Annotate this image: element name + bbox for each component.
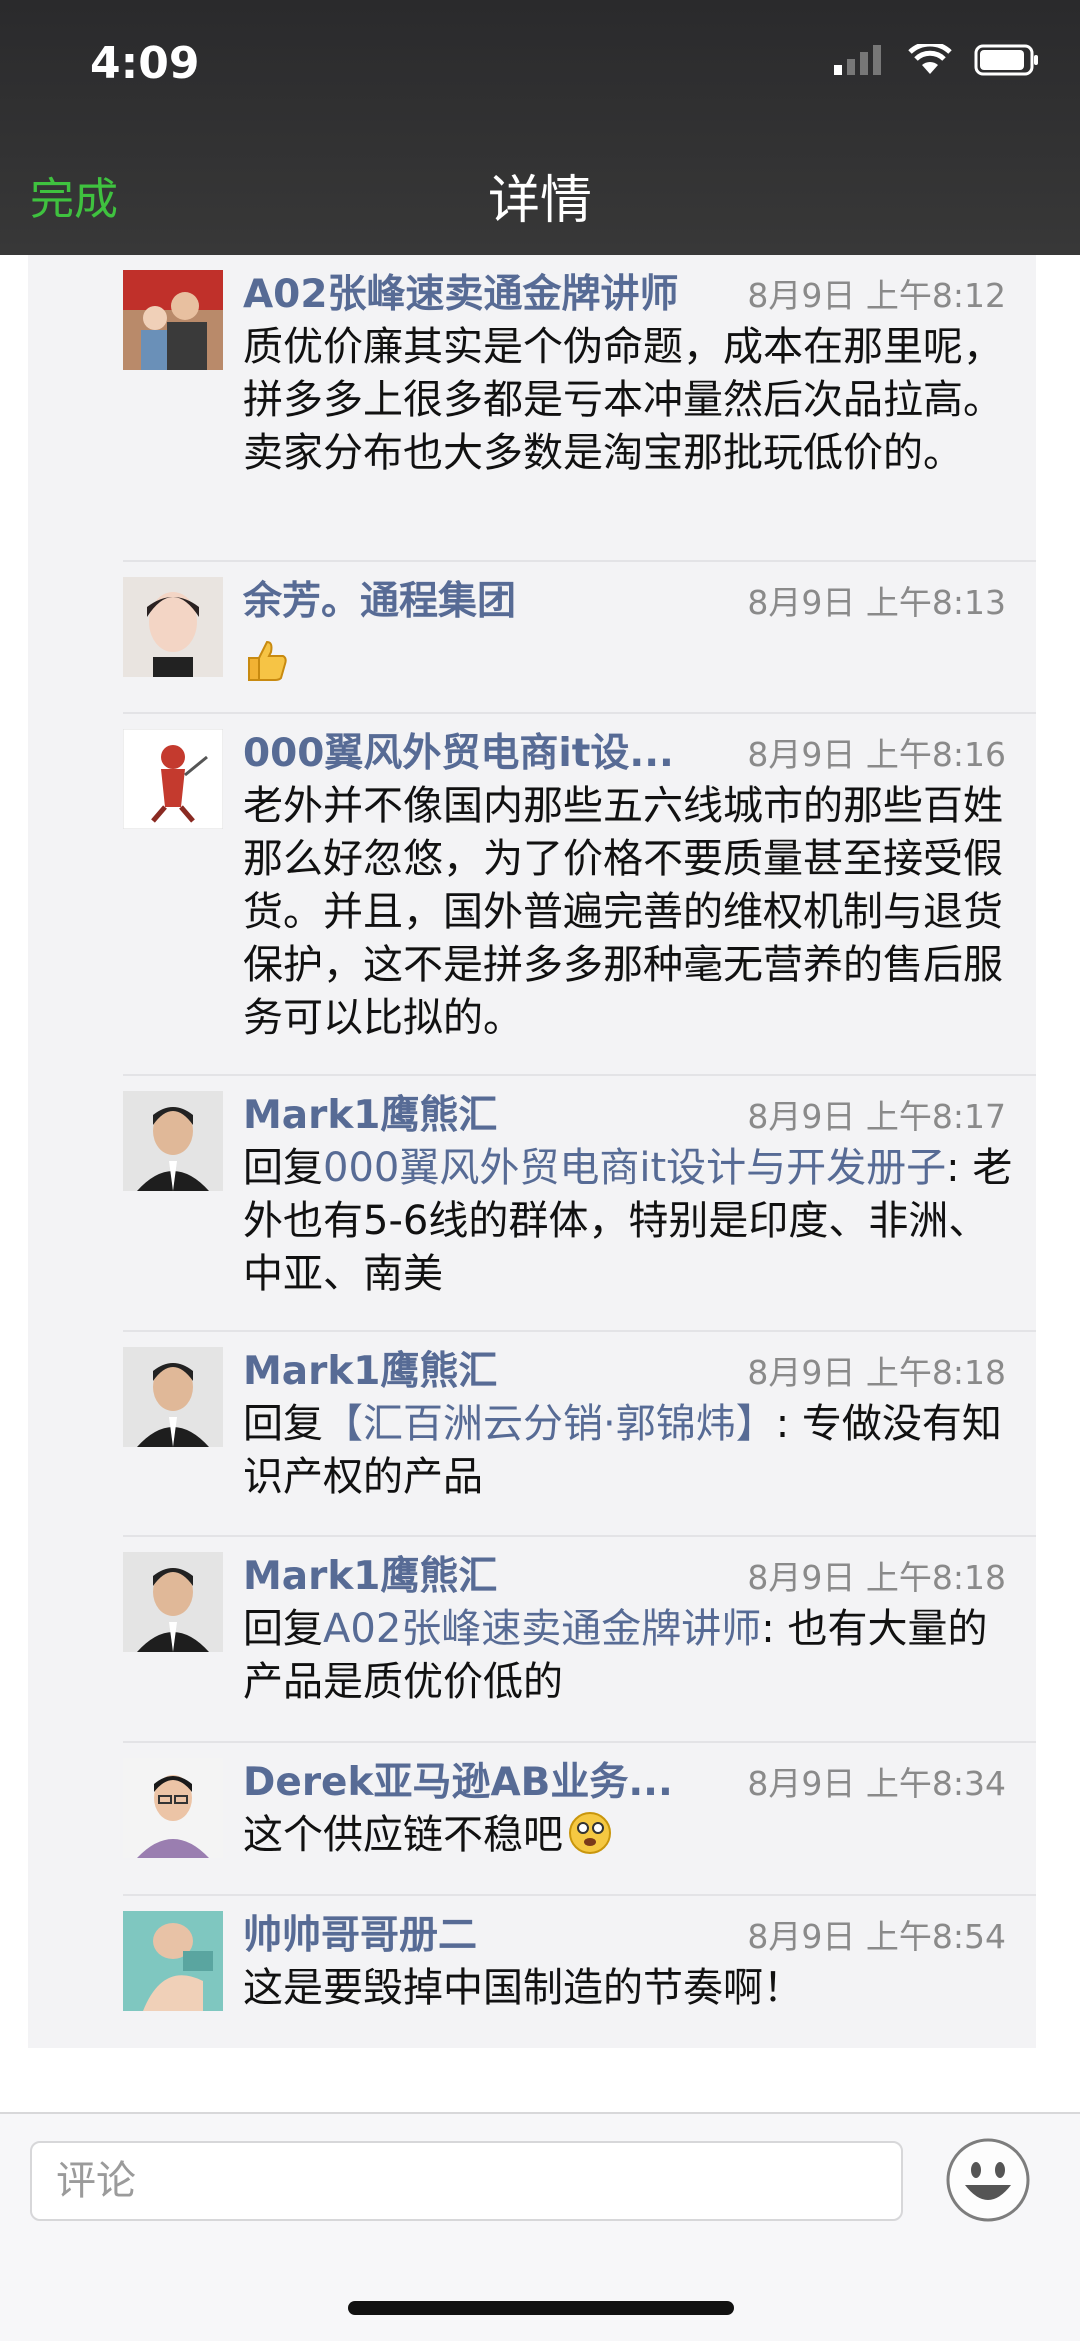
comment-time: 8月9日 上午8:54 [747,1917,1006,1956]
comment-time: 8月9日 上午8:17 [747,1097,1006,1136]
navigation-bar: 4:09 完成 详情 [0,0,1080,255]
home-indicator[interactable] [348,2301,734,2315]
reply-to-link[interactable]: 【汇百洲云分销·郭锦炜】 [323,1401,776,1447]
comment-input[interactable] [30,2141,903,2221]
reply-to-link[interactable]: 000翼风外贸电商it设计与开发册子 [323,1145,946,1191]
reply-prefix: 回复 [243,1606,323,1652]
comment-author[interactable]: Mark1鹰熊汇 [243,1545,497,1601]
comment-author[interactable]: 帅帅哥哥册二 [243,1904,477,1960]
wifi-icon [908,44,952,74]
comment-time: 8月9日 上午8:13 [747,583,1006,622]
comment-time: 8月9日 上午8:18 [747,1353,1006,1392]
avatar[interactable] [123,1911,223,2011]
comment-item[interactable]: Mark1鹰熊汇 8月9日 上午8:18 回复【汇百洲云分销·郭锦炜】: 专做没… [123,1332,1036,1537]
avatar[interactable] [123,1091,223,1191]
status-icons [834,44,1040,76]
comment-item[interactable]: 余芳。通程集团 8月9日 上午8:13 [123,562,1036,714]
comment-item[interactable]: Mark1鹰熊汇 8月9日 上午8:18 回复A02张峰速卖通金牌讲师: 也有大… [123,1537,1036,1743]
comment-text: 老外并不像国内那些五六线城市的那些百姓那么好忽悠，为了价格不要质量甚至接受假货。… [243,783,1003,1041]
comment-item[interactable]: Derek亚马逊AB业务... 8月9日 上午8:34 这个供应链不稳吧 [123,1743,1036,1896]
comment-item[interactable]: A02张峰速卖通金牌讲师 8月9日 上午8:12 质优价廉其实是个伪命题，成本在… [123,255,1036,562]
comment-text: 这是要毁掉中国制造的节奏啊！ [243,1965,803,2011]
comment-text: 这个供应链不稳吧 [243,1809,1013,1862]
avatar[interactable] [123,1552,223,1652]
comment-text: 回复【汇百洲云分销·郭锦炜】: 专做没有知识产权的产品 [243,1398,1013,1504]
page-title: 详情 [487,171,592,231]
comment-author[interactable]: A02张峰速卖通金牌讲师 [243,263,678,319]
comment-author[interactable]: Derek亚马逊AB业务... [243,1751,673,1807]
battery-icon [974,44,1038,76]
comment-item[interactable]: 000翼风外贸电商it设... 8月9日 上午8:16 老外并不像国内那些五六线… [123,714,1036,1076]
comments-list: A02张峰速卖通金牌讲师 8月9日 上午8:12 质优价廉其实是个伪命题，成本在… [28,255,1036,2048]
dizzy-face-emoji-icon [569,1812,611,1854]
avatar[interactable] [123,1347,223,1447]
smiley-face-icon[interactable] [945,2137,1031,2223]
comment-text: 回复A02张峰速卖通金牌讲师: 也有大量的产品是质优价低的 [243,1603,1013,1709]
status-time: 4:09 [90,38,200,89]
comment-item[interactable]: Mark1鹰熊汇 8月9日 上午8:17 回复000翼风外贸电商it设计与开发册… [123,1076,1036,1332]
avatar[interactable] [123,729,223,829]
avatar[interactable] [123,577,223,677]
comment-author[interactable]: Mark1鹰熊汇 [243,1340,497,1396]
comment-time: 8月9日 上午8:16 [747,735,1006,774]
comment-author[interactable]: Mark1鹰熊汇 [243,1084,497,1140]
comment-time: 8月9日 上午8:34 [747,1764,1006,1803]
reply-to-link[interactable]: A02张峰速卖通金牌讲师 [323,1606,761,1652]
comment-time: 8月9日 上午8:18 [747,1558,1006,1597]
comment-author[interactable]: 余芳。通程集团 [243,570,516,626]
reply-prefix: 回复 [243,1401,323,1447]
comment-author[interactable]: 000翼风外贸电商it设... [243,722,674,778]
comment-text: 质优价廉其实是个伪命题，成本在那里呢，拼多多上很多都是亏本冲量然后次品拉高。卖家… [243,324,1003,476]
avatar[interactable] [123,270,223,370]
cellular-signal-icon [834,45,881,75]
thumbs-up-icon [248,640,287,681]
comment-item[interactable]: 帅帅哥哥册二 8月9日 上午8:54 这是要毁掉中国制造的节奏啊！ [123,1896,1036,2048]
comment-time: 8月9日 上午8:12 [747,276,1006,315]
comment-text: 回复000翼风外贸电商it设计与开发册子: 老外也有5-6线的群体，特别是印度、… [243,1142,1013,1301]
reply-prefix: 回复 [243,1145,323,1191]
comment-text-span: 这个供应链不稳吧 [243,1812,563,1858]
avatar[interactable] [123,1758,223,1858]
